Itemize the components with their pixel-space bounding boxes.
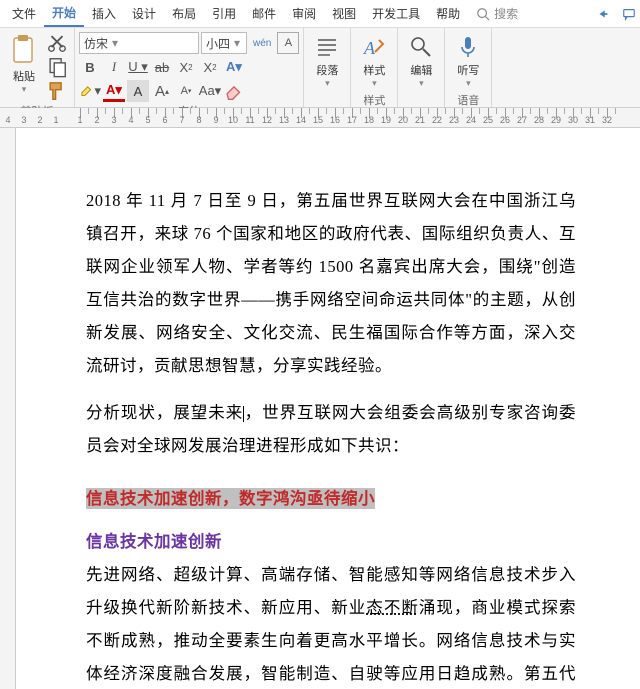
styles-button[interactable]: A 样式▾ — [355, 32, 393, 91]
group-font: 仿宋▾ 小四▾ wén A B I U ▾ ab X2 X2 A▾ ▾ A▾ A… — [75, 28, 304, 107]
dictate-button[interactable]: 听写▾ — [449, 32, 487, 91]
paste-button[interactable]: 粘贴 ▾ — [4, 32, 44, 97]
paragraph-2: 分析现状，展望未来，世界互联网大会组委会高级别专家咨询委员会对全球网发展治理进程… — [86, 396, 576, 462]
change-case-button[interactable]: Aa▾ — [199, 80, 221, 102]
char-shading-button[interactable]: A — [127, 80, 149, 102]
search-label: 搜索 — [494, 5, 518, 22]
subscript-button[interactable]: X2 — [175, 56, 197, 78]
styles-icon: A — [361, 34, 387, 60]
svg-text:A: A — [363, 38, 376, 58]
horizontal-ruler[interactable]: 4321123456789101112131415161718192021222… — [0, 108, 640, 128]
strike-button[interactable]: ab — [151, 56, 173, 78]
group-clipboard: 粘贴 ▾ 剪贴板 — [0, 28, 75, 107]
vertical-ruler[interactable] — [0, 128, 16, 689]
cut-button[interactable] — [46, 32, 68, 54]
search-box[interactable]: 搜索 — [476, 5, 518, 22]
menu-home[interactable]: 开始 — [44, 0, 84, 27]
share-icon[interactable] — [596, 7, 610, 21]
format-painter-button[interactable] — [46, 80, 68, 102]
menu-help[interactable]: 帮助 — [428, 1, 468, 26]
copy-icon — [46, 56, 68, 78]
scissors-icon — [46, 32, 68, 54]
font-size-select[interactable]: 小四▾ — [201, 32, 247, 54]
menu-ref[interactable]: 引用 — [204, 1, 244, 26]
highlight-button[interactable]: ▾ — [79, 80, 101, 102]
paste-icon — [10, 34, 38, 66]
highlight-icon — [79, 83, 94, 98]
paragraph-button[interactable]: 段落▾ — [308, 32, 346, 91]
comment-icon[interactable] — [622, 7, 636, 21]
bold-button[interactable]: B — [79, 56, 101, 78]
font-name-select[interactable]: 仿宋▾ — [79, 32, 199, 54]
heading-highlight: 信息技术加速创新，数字鸿沟亟待缩小 — [86, 482, 576, 515]
brush-icon — [46, 80, 68, 102]
paragraph-icon — [314, 34, 340, 60]
menu-insert[interactable]: 插入 — [84, 1, 124, 26]
group-paragraph: 段落▾ — [304, 28, 351, 107]
mic-icon — [455, 34, 481, 60]
paragraph-3: 先进网络、超级计算、高端存储、智能感知等网络信息技术步入升级换代新阶新技术、新应… — [86, 558, 576, 689]
menu-file[interactable]: 文件 — [4, 1, 44, 26]
edit-button[interactable]: 编辑▾ — [402, 32, 440, 91]
shrink-font-button[interactable]: A▾ — [175, 80, 197, 102]
paragraph-1: 2018 年 11 月 7 日至 9 日，第五届世界互联网大会在中国浙江乌镇召开… — [86, 184, 576, 382]
underline-button[interactable]: U ▾ — [127, 56, 149, 78]
menu-design[interactable]: 设计 — [124, 1, 164, 26]
font-color-button[interactable]: A▾ — [103, 80, 125, 102]
grow-font-button[interactable]: A▴ — [151, 80, 173, 102]
search-icon — [476, 7, 490, 21]
copy-button[interactable] — [46, 56, 68, 78]
phonetic-button[interactable]: wén — [249, 32, 275, 54]
menu-bar: 文件 开始 插入 设计 布局 引用 邮件 审阅 视图 开发工具 帮助 搜索 — [0, 0, 640, 28]
find-icon — [408, 34, 434, 60]
heading-purple: 信息技术加速创新 — [86, 525, 576, 558]
menu-mail[interactable]: 邮件 — [244, 1, 284, 26]
menu-layout[interactable]: 布局 — [164, 1, 204, 26]
ribbon: 粘贴 ▾ 剪贴板 仿宋▾ 小四▾ wén A B I U ▾ ab — [0, 28, 640, 108]
text-effects-button[interactable]: A▾ — [223, 56, 245, 78]
document-body: 2018 年 11 月 7 日至 9 日，第五届世界互联网大会在中国浙江乌镇召开… — [16, 128, 576, 689]
superscript-button[interactable]: X2 — [199, 56, 221, 78]
enclosed-char-button[interactable]: A — [277, 32, 299, 54]
group-edit: 编辑▾ — [398, 28, 445, 107]
clear-format-button[interactable] — [223, 80, 245, 102]
eraser-icon — [223, 80, 245, 102]
italic-button[interactable]: I — [103, 56, 125, 78]
group-styles: A 样式▾ 样式 — [351, 28, 398, 107]
menu-view[interactable]: 视图 — [324, 1, 364, 26]
menu-review[interactable]: 审阅 — [284, 1, 324, 26]
group-voice: 听写▾ 语音 — [445, 28, 492, 107]
document-page[interactable]: 2018 年 11 月 7 日至 9 日，第五届世界互联网大会在中国浙江乌镇召开… — [16, 128, 640, 689]
menu-dev[interactable]: 开发工具 — [364, 1, 428, 26]
